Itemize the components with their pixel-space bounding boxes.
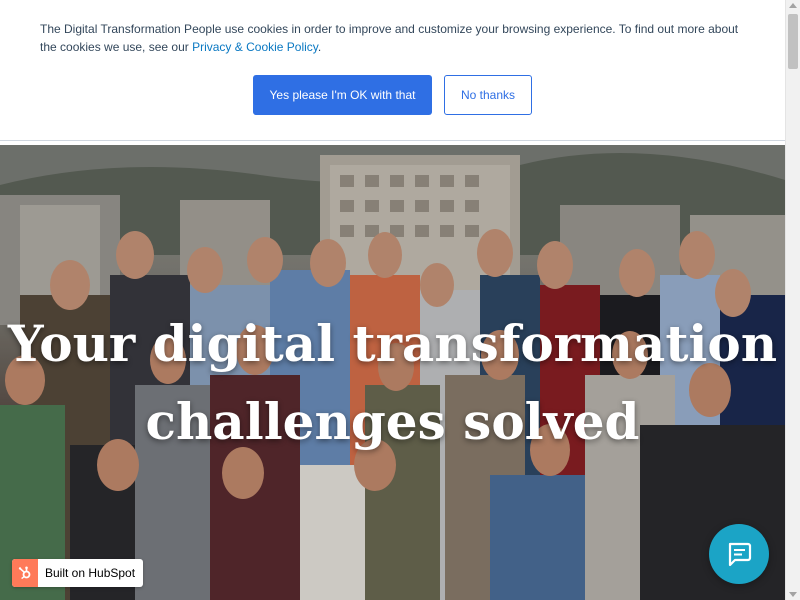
cookie-message-end: . [317,40,322,54]
hero-title: Your digital transformation challenges s… [0,305,785,461]
chat-launcher-button[interactable] [709,524,769,584]
cookie-message-text: The Digital Transformation People use co… [40,22,739,54]
scroll-down-arrow-icon[interactable] [789,592,797,597]
page: The Digital Transformation People use co… [0,0,800,600]
privacy-policy-link[interactable]: Privacy & Cookie Policy [192,40,318,54]
hubspot-sprocket-icon [12,559,38,587]
built-on-hubspot-badge[interactable]: Built on HubSpot [12,559,143,587]
scroll-thumb[interactable] [788,14,798,69]
chat-bubble-icon [728,542,752,567]
page-scrollbar[interactable] [785,0,800,600]
hero-title-line-2: challenges solved [145,392,640,451]
cookie-message: The Digital Transformation People use co… [40,20,750,56]
scroll-up-arrow-icon[interactable] [789,3,797,8]
hero-title-line-1: Your digital transformation [7,314,778,373]
hubspot-label: Built on HubSpot [45,566,136,580]
cookie-buttons: Yes please I'm OK with that No thanks [253,75,532,115]
decline-cookies-button[interactable]: No thanks [444,75,532,115]
hero-section: Your digital transformation challenges s… [0,145,785,600]
cookie-banner: The Digital Transformation People use co… [0,0,785,141]
accept-cookies-button[interactable]: Yes please I'm OK with that [253,75,432,115]
